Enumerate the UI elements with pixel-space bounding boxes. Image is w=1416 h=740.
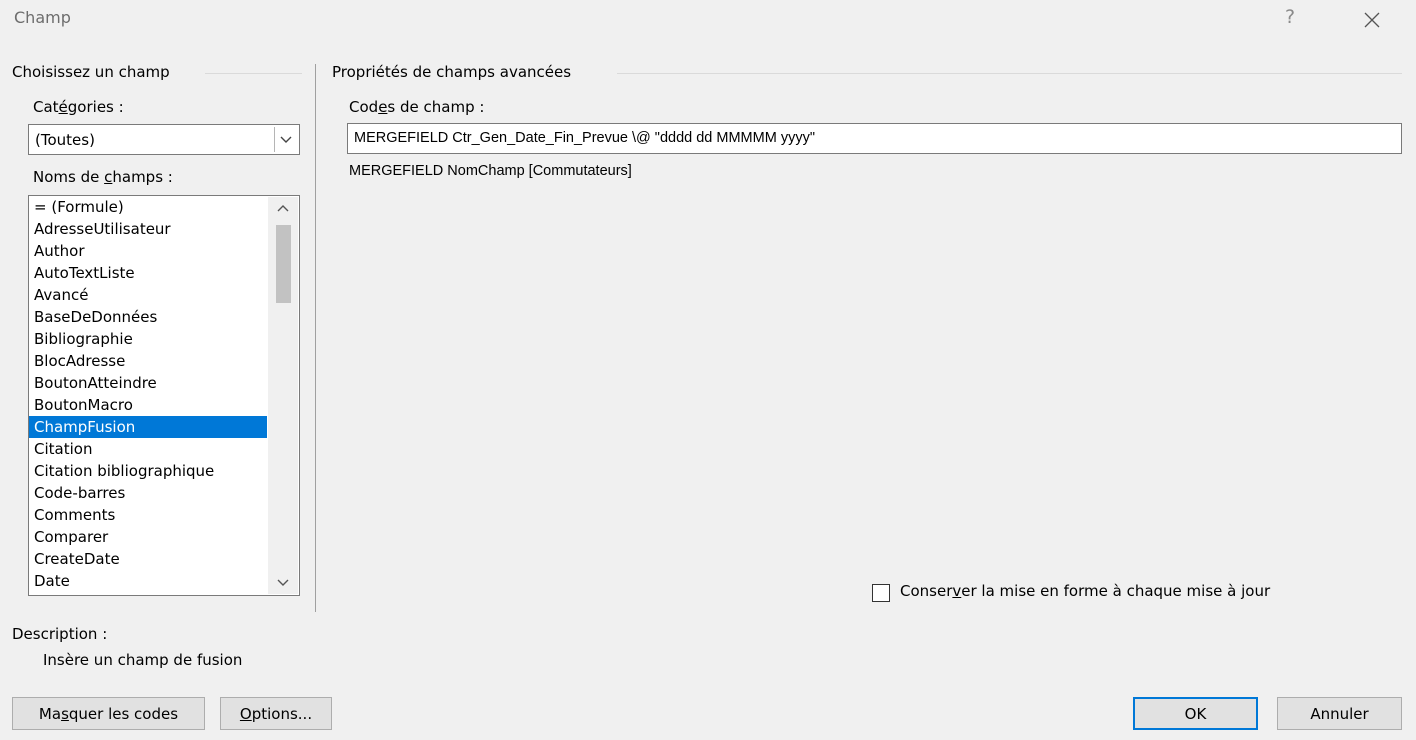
field-name-item[interactable]: BoutonMacro bbox=[29, 394, 267, 416]
preserve-format-checkbox[interactable] bbox=[872, 584, 890, 602]
close-icon[interactable] bbox=[1360, 8, 1384, 32]
listbox-scrollbar[interactable] bbox=[268, 197, 298, 594]
options-button[interactable]: Options... bbox=[220, 697, 332, 730]
field-name-item[interactable]: = (Formule) bbox=[29, 196, 267, 218]
field-syntax-hint: MERGEFIELD NomChamp [Commutateurs] bbox=[349, 163, 632, 179]
group-divider bbox=[205, 73, 302, 74]
categories-selected-value: (Toutes) bbox=[35, 131, 95, 149]
chevron-down-icon[interactable] bbox=[274, 127, 297, 152]
field-name-item[interactable]: Date bbox=[29, 570, 267, 592]
description-label: Description : bbox=[12, 625, 108, 643]
cancel-button[interactable]: Annuler bbox=[1277, 697, 1402, 730]
scroll-up-icon[interactable] bbox=[268, 197, 298, 219]
field-names-listbox[interactable]: = (Formule) AdresseUtilisateur Author AutoT… bbox=[28, 195, 300, 596]
field-name-item[interactable]: Comparer bbox=[29, 526, 267, 548]
field-name-item[interactable]: Code-barres bbox=[29, 482, 267, 504]
field-names-label: Noms de champs : bbox=[33, 168, 173, 186]
help-icon[interactable]: ? bbox=[1285, 6, 1295, 28]
ok-button[interactable]: OK bbox=[1133, 697, 1258, 730]
description-text: Insère un champ de fusion bbox=[43, 651, 243, 669]
categories-dropdown[interactable]: (Toutes) bbox=[28, 124, 300, 155]
scroll-down-icon[interactable] bbox=[268, 572, 298, 594]
hide-codes-button[interactable]: Ma s quer les codes bbox=[12, 697, 205, 730]
panel-separator bbox=[315, 64, 316, 612]
preserve-format-label[interactable]: Conserver la mise en forme à chaque mise… bbox=[900, 582, 1270, 600]
field-name-item[interactable]: BoutonAtteindre bbox=[29, 372, 267, 394]
field-name-item[interactable]: BaseDeDonnées bbox=[29, 306, 267, 328]
field-name-item[interactable]: BlocAdresse bbox=[29, 350, 267, 372]
field-codes-label: Codes de champ : bbox=[349, 98, 485, 116]
advanced-properties-group-title: Propriétés de champs avancées bbox=[332, 63, 572, 81]
field-name-item[interactable]: Citation bibliographique bbox=[29, 460, 267, 482]
choose-field-group-title: Choisissez un champ bbox=[12, 63, 170, 81]
field-name-item[interactable]: Avancé bbox=[29, 284, 267, 306]
field-names-list: = (Formule) AdresseUtilisateur Author AutoT… bbox=[29, 196, 267, 592]
field-name-item[interactable]: Bibliographie bbox=[29, 328, 267, 350]
field-name-item[interactable]: AutoTextListe bbox=[29, 262, 267, 284]
dialog-title: Champ bbox=[14, 8, 71, 27]
categories-label: Catégories : bbox=[33, 98, 124, 116]
field-name-item[interactable]: Author bbox=[29, 240, 267, 262]
field-name-item[interactable]: ChampFusion bbox=[29, 416, 267, 438]
scrollbar-thumb[interactable] bbox=[276, 225, 291, 303]
field-name-item[interactable]: Citation bbox=[29, 438, 267, 460]
field-name-item[interactable]: CreateDate bbox=[29, 548, 267, 570]
group-divider bbox=[617, 73, 1402, 74]
field-codes-input[interactable]: MERGEFIELD Ctr_Gen_Date_Fin_Prevue \@ "d… bbox=[347, 123, 1402, 154]
field-name-item[interactable]: AdresseUtilisateur bbox=[29, 218, 267, 240]
field-name-item[interactable]: Comments bbox=[29, 504, 267, 526]
